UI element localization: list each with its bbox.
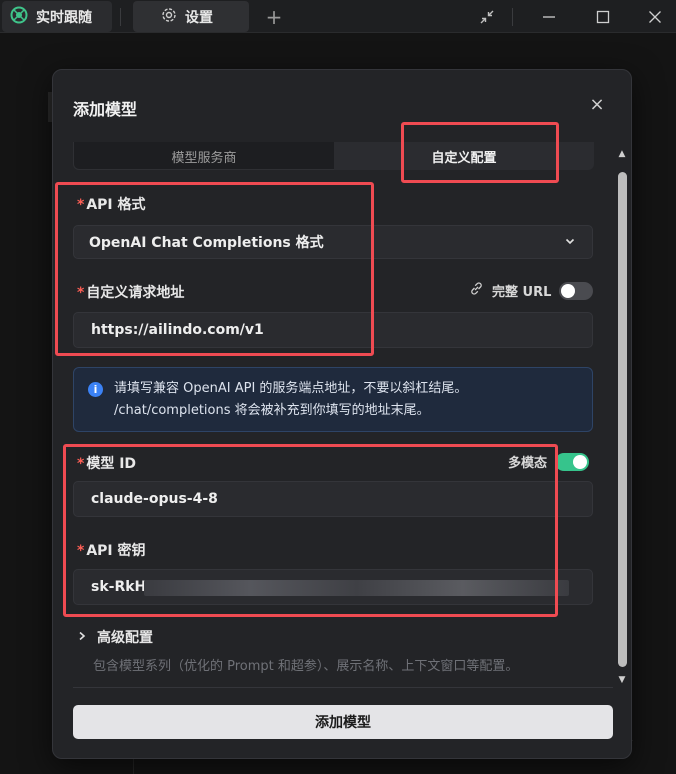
title-bar: 实时跟随 设置 + (0, 0, 676, 33)
chevron-down-icon (564, 235, 576, 251)
close-window-button[interactable] (630, 0, 676, 33)
info-alert: i 请填写兼容 OpenAI API 的服务端点地址，不要以斜杠结尾。 /cha… (73, 367, 593, 432)
model-id-input[interactable]: claude-opus-4-8 (73, 481, 593, 517)
api-key-value: sk-RkH (91, 579, 147, 595)
info-line-2: /chat/completions 将会被补充到你填写的地址末尾。 (114, 403, 430, 418)
api-format-label: * API 格式 (77, 197, 146, 213)
advanced-config-label: 高级配置 (97, 630, 153, 646)
switch-knob (573, 454, 588, 469)
api-key-label: * API 密钥 (77, 543, 146, 559)
minimize-button[interactable] (524, 0, 574, 33)
tab-custom-config[interactable]: 自定义配置 (334, 142, 594, 170)
config-mode-segment: 模型服务商 自定义配置 (73, 142, 594, 170)
scroll-up-icon[interactable]: ▲ (615, 148, 629, 160)
multimodal-label: 多模态 (508, 456, 548, 471)
scroll-down-icon[interactable]: ▼ (615, 674, 629, 686)
full-url-label: 完整 URL (492, 285, 552, 300)
info-line-1: 请填写兼容 OpenAI API 的服务端点地址，不要以斜杠结尾。 (114, 381, 468, 396)
multimodal-switch[interactable] (555, 452, 590, 471)
api-format-select[interactable]: OpenAI Chat Completions 格式 (73, 225, 593, 259)
footer-divider (73, 687, 613, 688)
tab-model-provider[interactable]: 模型服务商 (74, 142, 334, 170)
required-marker: * (77, 456, 85, 472)
request-url-label: * 自定义请求地址 (77, 285, 185, 301)
collapse-icon[interactable] (462, 0, 512, 33)
info-icon: i (88, 382, 103, 397)
request-url-input[interactable]: https://ailindo.com/v1 (73, 312, 593, 348)
add-model-button[interactable]: 添加模型 (73, 705, 613, 739)
model-id-label: * 模型 ID (77, 456, 137, 472)
scrollbar[interactable]: ▲ ▼ (615, 148, 629, 688)
close-icon[interactable]: × (587, 94, 607, 115)
link-icon (469, 281, 484, 300)
api-format-value: OpenAI Chat Completions 格式 (89, 235, 324, 251)
app-logo-icon (10, 6, 28, 28)
scrollbar-thumb[interactable] (618, 172, 627, 667)
advanced-config-description: 包含模型系列（优化的 Prompt 和超参）、展示名称、上下文窗口等配置。 (93, 659, 519, 674)
add-tab-button[interactable]: + (258, 3, 290, 31)
window-divider (512, 8, 513, 26)
add-model-dialog: 添加模型 × 模型服务商 自定义配置 * API 格式 OpenAI Chat C… (52, 69, 632, 759)
chevron-right-icon (77, 629, 87, 645)
required-marker: * (77, 197, 85, 213)
required-marker: * (77, 543, 85, 559)
dialog-title: 添加模型 (73, 100, 138, 119)
full-url-switch[interactable] (559, 281, 594, 300)
switch-knob (561, 283, 576, 298)
tab-label: 设置 (185, 9, 213, 26)
tab-settings[interactable]: 设置 (133, 1, 249, 32)
advanced-config-toggle[interactable]: 高级配置 (77, 627, 153, 647)
model-id-value: claude-opus-4-8 (91, 491, 218, 507)
api-key-input[interactable]: sk-RkH (73, 569, 593, 605)
tab-realtime-follow[interactable]: 实时跟随 (2, 1, 112, 32)
tab-divider (120, 8, 121, 26)
tab-label: 实时跟随 (36, 9, 92, 26)
full-url-toggle-row: 完整 URL (469, 281, 594, 300)
maximize-button[interactable] (578, 0, 628, 33)
gear-icon (161, 7, 177, 27)
redacted-key-mask (144, 580, 569, 596)
request-url-value: https://ailindo.com/v1 (91, 322, 264, 338)
required-marker: * (77, 285, 85, 301)
multimodal-toggle-row: 多模态 (508, 452, 590, 471)
